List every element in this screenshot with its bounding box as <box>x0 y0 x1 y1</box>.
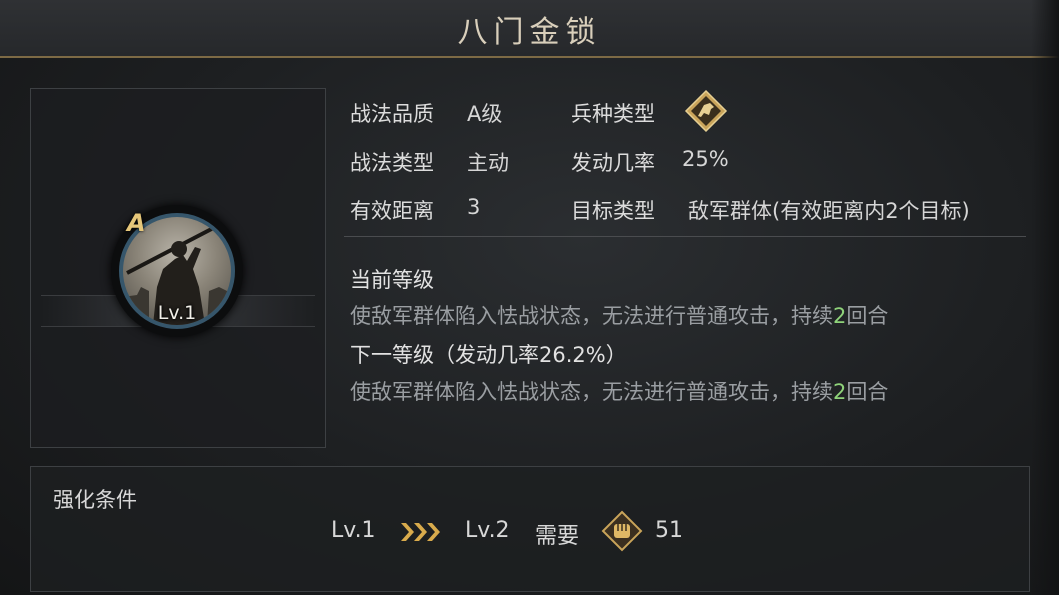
to-level: Lv.2 <box>465 518 510 543</box>
skill-level-badge: Lv.1 <box>157 302 197 324</box>
upgrade-conditions-title: 强化条件 <box>53 488 137 512</box>
skill-type-value: 主动 <box>467 151 509 175</box>
next-level-duration: 2 <box>833 380 847 404</box>
page-title: 八门金锁 <box>457 15 602 50</box>
target-type-value: 敌军群体(有效距离内2个目标) <box>688 199 970 223</box>
current-level-heading: 当前等级 <box>350 268 434 292</box>
skill-grade-letter: A <box>127 209 146 237</box>
troop-type-label: 兵种类型 <box>571 102 655 126</box>
from-level: Lv.1 <box>331 518 376 543</box>
current-level-duration: 2 <box>833 304 847 328</box>
current-level-desc-suffix: 回合 <box>846 304 889 328</box>
range-label: 有效距离 <box>350 199 434 223</box>
next-level-heading: 下一等级（发动几率26.2%） <box>350 343 627 367</box>
range-value: 3 <box>467 195 481 219</box>
triple-chevron-right-icon <box>401 523 440 541</box>
cavalry-horse-icon[interactable] <box>684 89 728 133</box>
requirement-label: 需要 <box>535 524 580 549</box>
resource-amount: 51 <box>655 518 683 543</box>
trigger-rate-label: 发动几率 <box>571 151 655 175</box>
next-level-description: 使敌军群体陷入怯战状态，无法进行普通攻击，持续2回合 <box>350 376 888 406</box>
right-edge-shade <box>1031 0 1059 595</box>
quality-label: 战法品质 <box>350 102 434 126</box>
skill-portrait-panel: A Lv.1 <box>30 88 326 448</box>
next-level-desc-text: 使敌军群体陷入怯战状态，无法进行普通攻击，持续 <box>350 380 833 404</box>
skill-type-label: 战法类型 <box>350 151 434 175</box>
upgrade-conditions-panel: 强化条件 Lv.1 Lv.2 需要 51 <box>30 466 1030 592</box>
current-level-desc-text: 使敌军群体陷入怯战状态，无法进行普通攻击，持续 <box>350 304 833 328</box>
current-level-description: 使敌军群体陷入怯战状态，无法进行普通攻击，持续2回合 <box>350 300 888 330</box>
skill-portrait[interactable]: A Lv.1 <box>111 205 243 337</box>
section-divider <box>344 236 1026 237</box>
quality-value: A级 <box>467 102 503 126</box>
next-level-desc-suffix: 回合 <box>846 380 889 404</box>
target-type-label: 目标类型 <box>571 199 655 223</box>
header-bar: 八门金锁 <box>0 0 1059 58</box>
fist-token-icon[interactable] <box>601 510 643 552</box>
trigger-rate-value: 25% <box>682 147 729 171</box>
